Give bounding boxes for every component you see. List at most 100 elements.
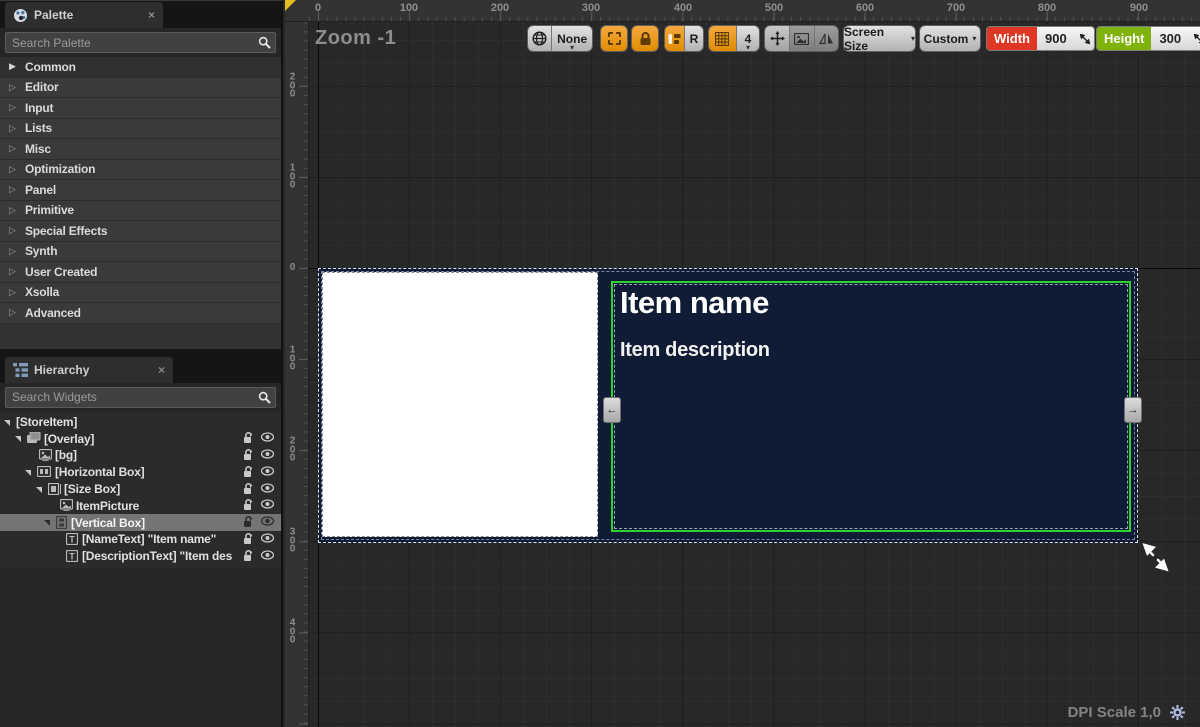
lock-open-icon[interactable]: [243, 550, 254, 562]
palette-category-xsolla[interactable]: ▷Xsolla: [0, 283, 281, 304]
vertical-box-widget-selected[interactable]: Item name Item description: [611, 281, 1131, 532]
expand-arrow-icon: ▷: [9, 225, 19, 236]
palette-category-special-effects[interactable]: ▷Special Effects: [0, 221, 281, 242]
flip-direction-button[interactable]: [814, 26, 838, 51]
width-input[interactable]: 900: [1037, 27, 1094, 50]
eye-icon[interactable]: [261, 550, 274, 560]
expand-arrow-icon: ▷: [9, 102, 19, 113]
screen-size-dropdown[interactable]: Screen Size▾: [843, 25, 916, 52]
tree-row-overlay[interactable]: [Overlay]: [0, 430, 281, 447]
globe-icon: [532, 31, 547, 46]
itempicture-widget[interactable]: [322, 272, 598, 537]
grid-snap-toggle[interactable]: [709, 26, 736, 51]
shift-left-button[interactable]: ←: [603, 397, 621, 423]
search-icon: [258, 36, 271, 49]
tree-row-vertical-box[interactable]: [Vertical Box]: [0, 514, 281, 531]
scale-preset-dropdown[interactable]: Custom▾: [919, 25, 981, 52]
palette-category-misc[interactable]: ▷Misc: [0, 139, 281, 160]
grid-icon: [715, 32, 729, 46]
hierarchy-tab[interactable]: Hierarchy ×: [5, 357, 173, 383]
lock-widgets-toggle[interactable]: [631, 25, 659, 52]
expander-icon[interactable]: [25, 470, 31, 476]
design-canvas[interactable]: Zoom -1 Item name Item description ← →: [309, 22, 1200, 727]
palette-tab[interactable]: Palette ×: [5, 2, 163, 28]
height-input[interactable]: 300: [1151, 27, 1200, 50]
expander-icon[interactable]: [15, 436, 21, 442]
widget-outline-toggle[interactable]: [665, 26, 684, 51]
preview-background-button[interactable]: [789, 26, 813, 51]
ruler-tick-label: 700: [947, 2, 965, 14]
palette-category-synth[interactable]: ▷Synth: [0, 242, 281, 263]
grid-size-dropdown[interactable]: 4 ▾: [736, 26, 759, 51]
expand-arrow-icon: ▷: [9, 246, 19, 257]
width-label: Width: [987, 27, 1037, 50]
expander-icon[interactable]: [4, 420, 10, 426]
image-icon: [60, 499, 73, 511]
translate-tool-button[interactable]: [765, 26, 789, 51]
expand-arrow-icon: ▷: [9, 287, 19, 298]
shift-right-button[interactable]: →: [1124, 397, 1142, 423]
palette-search-input[interactable]: [5, 32, 276, 53]
lock-open-icon[interactable]: [243, 499, 254, 511]
lock-open-icon[interactable]: [243, 483, 254, 495]
palette-category-lists[interactable]: ▷Lists: [0, 119, 281, 140]
preview-language-dropdown[interactable]: None ▾: [551, 26, 592, 51]
ruler-tick-label: 0: [315, 2, 321, 14]
eye-icon[interactable]: [261, 449, 274, 459]
lock-open-icon[interactable]: [243, 533, 254, 545]
storeitem-widget-root[interactable]: Item name Item description ← →: [318, 268, 1138, 543]
eye-icon[interactable]: [261, 516, 274, 526]
tree-row-bg[interactable]: [bg]: [0, 447, 281, 464]
horizontal-box-icon: [37, 466, 51, 477]
tree-row-horizontal-box[interactable]: [Horizontal Box]: [0, 464, 281, 481]
arrow-left-icon: ←: [607, 404, 618, 416]
vertical-box-icon: [56, 516, 67, 529]
tree-row-itempicture[interactable]: ItemPicture: [0, 497, 281, 514]
image-icon: [794, 33, 809, 45]
eye-icon[interactable]: [261, 466, 274, 476]
tree-row-size-box[interactable]: [Size Box]: [0, 481, 281, 498]
ruler-tick-label: 100: [288, 164, 297, 190]
lock-open-icon[interactable]: [243, 449, 254, 461]
eye-icon[interactable]: [261, 499, 274, 509]
lock-open-icon[interactable]: [243, 516, 254, 528]
ruler-tick-label: 100: [288, 346, 297, 372]
palette-category-primitive[interactable]: ▷Primitive: [0, 201, 281, 222]
eye-icon[interactable]: [261, 483, 274, 493]
width-control: Width 900: [986, 26, 1095, 51]
lock-open-icon[interactable]: [243, 432, 254, 444]
respect-locks-toggle[interactable]: R: [684, 26, 703, 51]
height-control: Height 300: [1096, 26, 1200, 51]
tree-row-storeitem[interactable]: [StoreItem]: [0, 414, 281, 431]
palette-category-panel[interactable]: ▷Panel: [0, 180, 281, 201]
descriptiontext-widget[interactable]: Item description: [620, 339, 770, 362]
resize-cursor-icon[interactable]: [1142, 542, 1170, 572]
expander-icon[interactable]: [36, 487, 42, 493]
palette-tab-close-icon[interactable]: ×: [148, 8, 155, 22]
palette-category-common[interactable]: ▶Common: [0, 57, 281, 78]
palette-search-row: [0, 28, 281, 57]
nametext-widget[interactable]: Item name: [620, 285, 769, 321]
palette-category-optimization[interactable]: ▷Optimization: [0, 160, 281, 181]
palette-category-advanced[interactable]: ▷Advanced: [0, 303, 281, 324]
hierarchy-tab-close-icon[interactable]: ×: [158, 363, 165, 377]
lock-open-icon[interactable]: [243, 466, 254, 478]
palette-empty-area: [0, 324, 281, 349]
caret-down-icon: ▾: [746, 44, 750, 52]
palette-category-input[interactable]: ▷Input: [0, 98, 281, 119]
palette-category-editor[interactable]: ▷Editor: [0, 78, 281, 99]
height-label: Height: [1097, 27, 1151, 50]
localization-preview-button[interactable]: [528, 26, 551, 51]
svg-text:T: T: [69, 534, 75, 544]
dashed-outline-toggle[interactable]: [600, 25, 628, 52]
tree-row-descriptiontext[interactable]: T [DescriptionText] "Item des: [0, 548, 281, 565]
expander-icon[interactable]: [44, 520, 50, 526]
expand-arrow-icon: ▷: [9, 184, 19, 195]
hierarchy-search-input[interactable]: [5, 387, 276, 408]
gear-icon[interactable]: [1169, 704, 1186, 721]
eye-icon[interactable]: [261, 432, 274, 442]
palette-category-user-created[interactable]: ▷User Created: [0, 262, 281, 283]
designer-statusbar: DPI Scale 1,0: [1068, 704, 1186, 721]
eye-icon[interactable]: [261, 533, 274, 543]
tree-row-nametext[interactable]: T [NameText] "Item name": [0, 531, 281, 548]
